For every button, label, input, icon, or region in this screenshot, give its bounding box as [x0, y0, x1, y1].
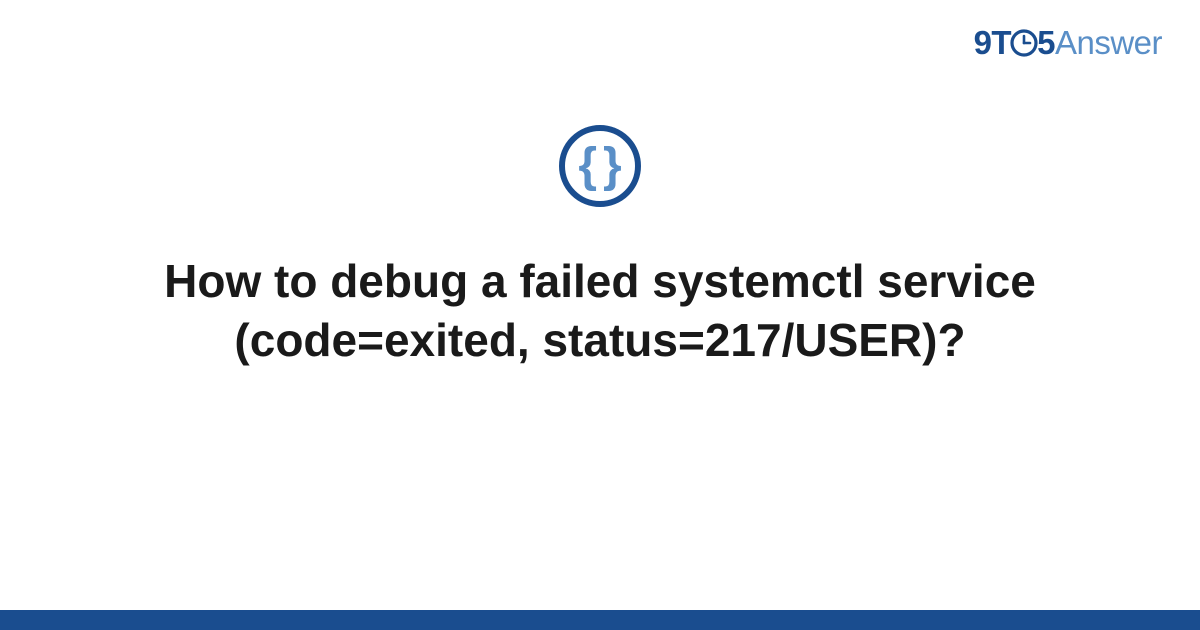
main-content: { } How to debug a failed systemctl serv… [0, 125, 1200, 370]
question-title: How to debug a failed systemctl service … [120, 252, 1080, 370]
brace-left: { [578, 142, 597, 190]
site-logo[interactable]: 9T5Answer [974, 24, 1162, 66]
brace-right: } [603, 142, 622, 190]
logo-nine: 9 [974, 24, 992, 61]
code-braces-icon: { } [559, 125, 641, 207]
logo-answer: Answer [1055, 24, 1162, 61]
logo-five: 5 [1037, 24, 1055, 61]
clock-icon [1009, 28, 1039, 66]
bottom-accent-bar [0, 610, 1200, 630]
